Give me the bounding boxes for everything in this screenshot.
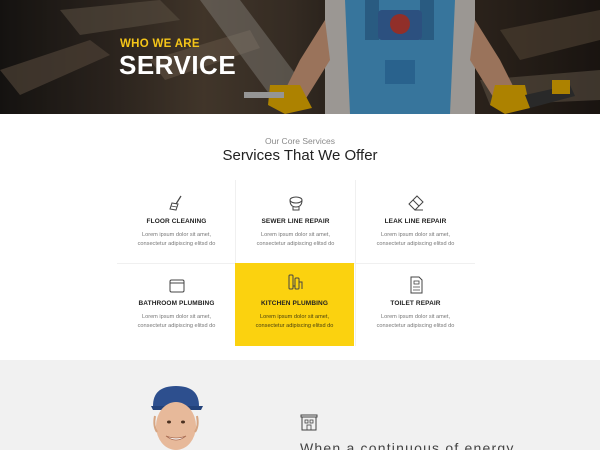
- service-card-desc-line2: consectetur adipiscing elitsd do: [376, 323, 455, 329]
- service-card-desc-line2: consectetur adipiscing elitsd do: [376, 241, 455, 247]
- service-card-toilet-repair[interactable]: TOILET REPAIR Lorem ipsum dolor sit amet…: [356, 263, 475, 346]
- service-card-leak-line-repair[interactable]: LEAK LINE REPAIR Lorem ipsum dolor sit a…: [356, 180, 475, 263]
- service-card-desc-line1: Lorem ipsum dolor sit amet,: [259, 314, 329, 320]
- service-card-desc-line2: consectetur adipiscing elitsd do: [137, 241, 216, 247]
- service-card-floor-cleaning[interactable]: FLOOR CLEANING Lorem ipsum dolor sit ame…: [117, 180, 236, 263]
- hero-title: SERVICE: [119, 50, 237, 80]
- service-card-desc-line2: consectetur adipiscing elitsd do: [255, 323, 334, 329]
- service-card-desc-line1: Lorem ipsum dolor sit amet,: [141, 314, 211, 320]
- service-card-title: KITCHEN PLUMBING: [261, 300, 328, 307]
- service-card-bathroom-plumbing[interactable]: BATHROOM PLUMBING Lorem ipsum dolor sit …: [117, 263, 236, 346]
- service-card-desc-line1: Lorem ipsum dolor sit amet,: [260, 232, 330, 238]
- service-card-sewer-line-repair[interactable]: SEWER LINE REPAIR Lorem ipsum dolor sit …: [236, 180, 355, 263]
- eraser-icon: [407, 195, 424, 211]
- service-card-title: TOILET REPAIR: [390, 300, 441, 307]
- service-card-title: LEAK LINE REPAIR: [384, 218, 447, 225]
- service-card-kitchen-plumbing[interactable]: KITCHEN PLUMBING Lorem ipsum dolor sit a…: [235, 263, 354, 346]
- worker-photo: [151, 386, 203, 450]
- about-heading: When a continuous of energy: [300, 440, 515, 450]
- building-icon: [300, 414, 318, 431]
- service-card-desc-line2: consectetur adipiscing elitsd do: [137, 323, 216, 329]
- services-eyebrow: Our Core Services: [265, 136, 335, 146]
- service-card-title: BATHROOM PLUMBING: [138, 300, 215, 307]
- service-card-desc-line1: Lorem ipsum dolor sit amet,: [380, 314, 450, 320]
- services-section: Our Core Services Services That We Offer…: [0, 114, 600, 360]
- service-card-title: FLOOR CLEANING: [146, 218, 207, 225]
- document-icon: [410, 276, 422, 294]
- window-icon: [169, 279, 184, 293]
- hero-banner: WHO WE ARE SERVICE: [0, 0, 600, 114]
- service-card-desc-line2: consectetur adipiscing elitsd do: [256, 241, 335, 247]
- hero-overlay: [0, 0, 600, 114]
- service-card-title: SEWER LINE REPAIR: [261, 218, 330, 225]
- hero-eyebrow: WHO WE ARE: [120, 38, 200, 50]
- services-title: Services That We Offer: [222, 147, 378, 164]
- about-section: When a continuous of energy: [0, 360, 600, 450]
- pipes-icon: [288, 274, 302, 290]
- toilet-icon: [289, 196, 302, 211]
- service-card-desc-line1: Lorem ipsum dolor sit amet,: [380, 232, 450, 238]
- broom-icon: [168, 195, 182, 211]
- services-grid: FLOOR CLEANING Lorem ipsum dolor sit ame…: [117, 180, 475, 346]
- service-card-desc-line1: Lorem ipsum dolor sit amet,: [141, 232, 211, 238]
